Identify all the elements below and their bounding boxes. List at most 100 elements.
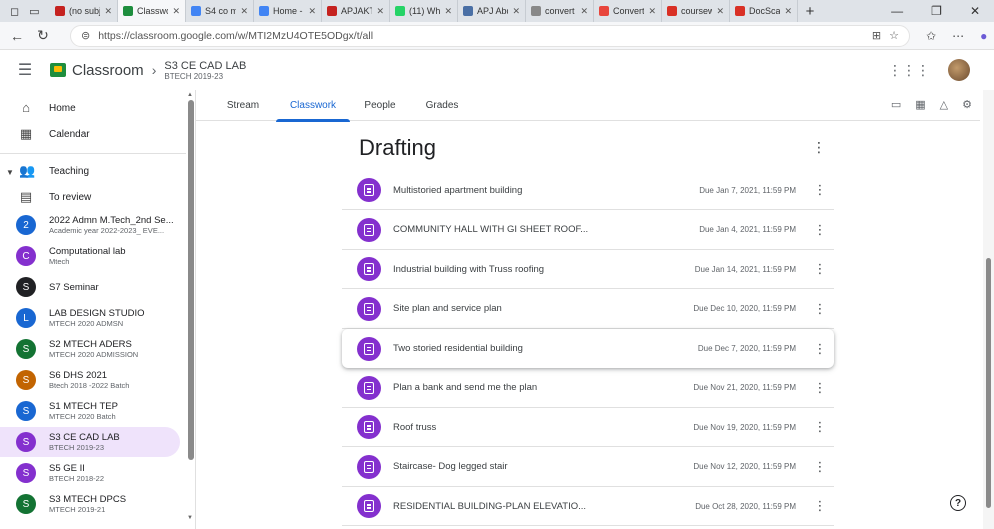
- sidebar-item-teaching[interactable]: 👥 Teaching: [0, 161, 186, 181]
- assignment-row[interactable]: RESIDENTIAL BUILDING-PLAN ELEVATIO... Due…: [342, 487, 834, 526]
- sidebar-class-item[interactable]: C Computational lab Mtech: [0, 241, 180, 271]
- maximize-icon[interactable]: ❐: [931, 4, 942, 18]
- calendar-icon[interactable]: ▦: [915, 98, 925, 111]
- browser-tab[interactable]: S4 co mo ✕: [186, 0, 254, 22]
- sidebar-scrollbar[interactable]: [188, 100, 194, 460]
- course-subtitle: BTECH 2019-23: [164, 71, 224, 81]
- class-section: BTECH 2018-22: [49, 474, 105, 483]
- browser-tab[interactable]: Home - G ✕: [254, 0, 322, 22]
- drive-folder-icon[interactable]: △: [940, 98, 948, 111]
- tab-classwork[interactable]: Classwork: [276, 90, 350, 122]
- close-tab-icon[interactable]: ✕: [376, 6, 384, 17]
- settings-gear-icon[interactable]: ⚙: [962, 98, 972, 111]
- sidebar-class-item[interactable]: S S1 MTECH TEP MTECH 2020 Batch: [0, 396, 180, 426]
- assignment-row[interactable]: COMMUNITY HALL WITH GI SHEET ROOF... Due …: [342, 211, 834, 250]
- close-tab-icon[interactable]: ✕: [172, 6, 180, 17]
- more-options-icon[interactable]: ⋮: [810, 380, 830, 396]
- browser-tab[interactable]: convert p ✕: [526, 0, 594, 22]
- browser-tab-label: Convert I: [613, 6, 645, 16]
- profile-icon[interactable]: ◻: [10, 5, 19, 18]
- browser-tab[interactable]: APJAKTU ✕: [322, 0, 390, 22]
- classroom-logo-icon[interactable]: [50, 63, 66, 77]
- tab-stream[interactable]: Stream: [224, 90, 262, 121]
- close-tab-icon[interactable]: ✕: [716, 6, 724, 17]
- close-tab-icon[interactable]: ✕: [784, 6, 792, 17]
- more-options-icon[interactable]: ⋮: [810, 459, 830, 475]
- topic-more-options-icon[interactable]: ⋮: [812, 139, 826, 156]
- google-apps-icon[interactable]: ⋮⋮⋮: [888, 62, 930, 79]
- tab-grades[interactable]: Grades: [423, 90, 461, 121]
- more-options-icon[interactable]: ⋮: [810, 261, 830, 277]
- browser-tab[interactable]: Convert I✕: [594, 0, 662, 22]
- sidebar-class-item[interactable]: S S5 GE II BTECH 2018-22: [0, 458, 180, 488]
- copilot-icon[interactable]: ●: [980, 29, 987, 43]
- sidebar-class-item[interactable]: S S7 Seminar: [0, 272, 180, 302]
- more-options-icon[interactable]: ⋮: [810, 182, 830, 198]
- tab-actions-icon[interactable]: ▭: [29, 5, 39, 18]
- favorites-icon[interactable]: ✩: [926, 29, 936, 43]
- course-title: S3 CE CAD LAB: [164, 59, 247, 72]
- assignment-row[interactable]: Two storied residential building Due Dec …: [342, 329, 834, 368]
- tab-favicon-icon: [123, 6, 133, 16]
- more-options-icon[interactable]: ⋮: [810, 222, 830, 238]
- more-options-icon[interactable]: ⋮: [810, 341, 830, 357]
- page-scrollbar-thumb[interactable]: [986, 258, 991, 508]
- browser-tab[interactable]: APJ Abdu ✕: [458, 0, 526, 22]
- close-tab-icon[interactable]: ✕: [240, 6, 248, 17]
- close-tab-icon[interactable]: ✕: [308, 6, 316, 17]
- browser-tab[interactable]: coursewo ✕: [662, 0, 730, 22]
- sidebar-class-item[interactable]: S S2 MTECH ADERS MTECH 2020 ADMISSION: [0, 334, 180, 364]
- assignment-title: RESIDENTIAL BUILDING-PLAN ELEVATIO...: [393, 500, 587, 512]
- more-options-icon[interactable]: ⋮: [810, 498, 830, 514]
- browser-tab[interactable]: (11) What✕: [390, 0, 458, 22]
- meet-video-icon[interactable]: ▭: [891, 98, 901, 111]
- sidebar-item-home[interactable]: ⌂ Home: [0, 98, 186, 118]
- close-tab-icon[interactable]: ✕: [580, 6, 588, 17]
- scroll-down-icon[interactable]: ▼: [187, 515, 193, 521]
- address-bar[interactable]: ⊜ https://classroom.google.com/w/MTI2MzU…: [70, 24, 910, 47]
- more-options-icon[interactable]: ⋮: [810, 419, 830, 435]
- sidebar-class-item[interactable]: S S6 DHS 2021 Btech 2018 -2022 Batch: [0, 365, 180, 395]
- page-scrollbar[interactable]: [983, 90, 994, 529]
- main-menu-icon[interactable]: ☰: [0, 60, 50, 80]
- close-tab-icon[interactable]: ✕: [512, 6, 520, 17]
- sidebar-item-calendar[interactable]: ▦ Calendar: [0, 124, 186, 144]
- bookmark-star-icon[interactable]: ☆: [889, 29, 899, 42]
- browser-tab[interactable]: (no subje ✕: [50, 0, 118, 22]
- course-breadcrumb[interactable]: S3 CE CAD LAB BTECH 2019-23: [164, 60, 246, 81]
- tab-people[interactable]: People: [361, 90, 399, 121]
- minimize-icon[interactable]: —: [891, 4, 903, 18]
- assignment-row[interactable]: Industrial building with Truss roofing Du…: [342, 250, 834, 289]
- avatar[interactable]: [948, 59, 970, 81]
- assignment-row[interactable]: Multistoried apartment building Due Jan 7…: [342, 171, 834, 210]
- close-tab-icon[interactable]: ✕: [648, 6, 656, 17]
- sidebar-item-to-review[interactable]: ▤ To review: [0, 187, 186, 207]
- close-tab-icon[interactable]: ✕: [444, 6, 452, 17]
- assignment-row[interactable]: Plan a bank and send me the plan Due Nov …: [342, 369, 834, 408]
- app-available-icon[interactable]: ⊞: [872, 29, 881, 42]
- assignment-row[interactable]: Site plan and service plan Due Dec 10, 20…: [342, 290, 834, 329]
- browser-tab[interactable]: Classwork ✕: [118, 0, 186, 22]
- sidebar-class-item[interactable]: S S3 MTECH DPCS MTECH 2019-21: [0, 489, 180, 519]
- scroll-up-icon[interactable]: ▲: [187, 92, 193, 98]
- more-menu-icon[interactable]: ⋯: [952, 29, 964, 43]
- sidebar-item-label: Calendar: [49, 128, 90, 140]
- app-title[interactable]: Classroom: [72, 62, 144, 79]
- assignment-icon: [357, 454, 381, 479]
- new-tab-button[interactable]: +: [798, 3, 822, 20]
- close-tab-icon[interactable]: ✕: [104, 6, 112, 17]
- class-name: S3 MTECH DPCS: [49, 494, 127, 505]
- class-section: BTECH 2019-23: [49, 443, 105, 452]
- browser-tab[interactable]: DocScan✕: [730, 0, 798, 22]
- back-icon[interactable]: ←: [4, 28, 30, 44]
- assignment-row[interactable]: Roof truss Due Nov 19, 2020, 11:59 PM ⋮: [342, 408, 834, 447]
- sidebar-class-item[interactable]: S S3 CE CAD LAB BTECH 2019-23: [0, 427, 180, 457]
- help-icon[interactable]: ?: [950, 495, 966, 511]
- close-window-icon[interactable]: ✕: [970, 4, 980, 18]
- more-options-icon[interactable]: ⋮: [810, 301, 830, 317]
- sidebar-class-item[interactable]: 2 2022 Admn M.Tech_2nd Se... Academic year…: [0, 210, 180, 240]
- sidebar-class-item[interactable]: L LAB DESIGN STUDIO MTECH 2020 ADMSN: [0, 303, 180, 333]
- assignment-row[interactable]: Staircase- Dog legged stair Due Nov 12, 2…: [342, 448, 834, 487]
- site-info-icon[interactable]: ⊜: [81, 29, 90, 42]
- reload-icon[interactable]: ↻: [30, 27, 56, 44]
